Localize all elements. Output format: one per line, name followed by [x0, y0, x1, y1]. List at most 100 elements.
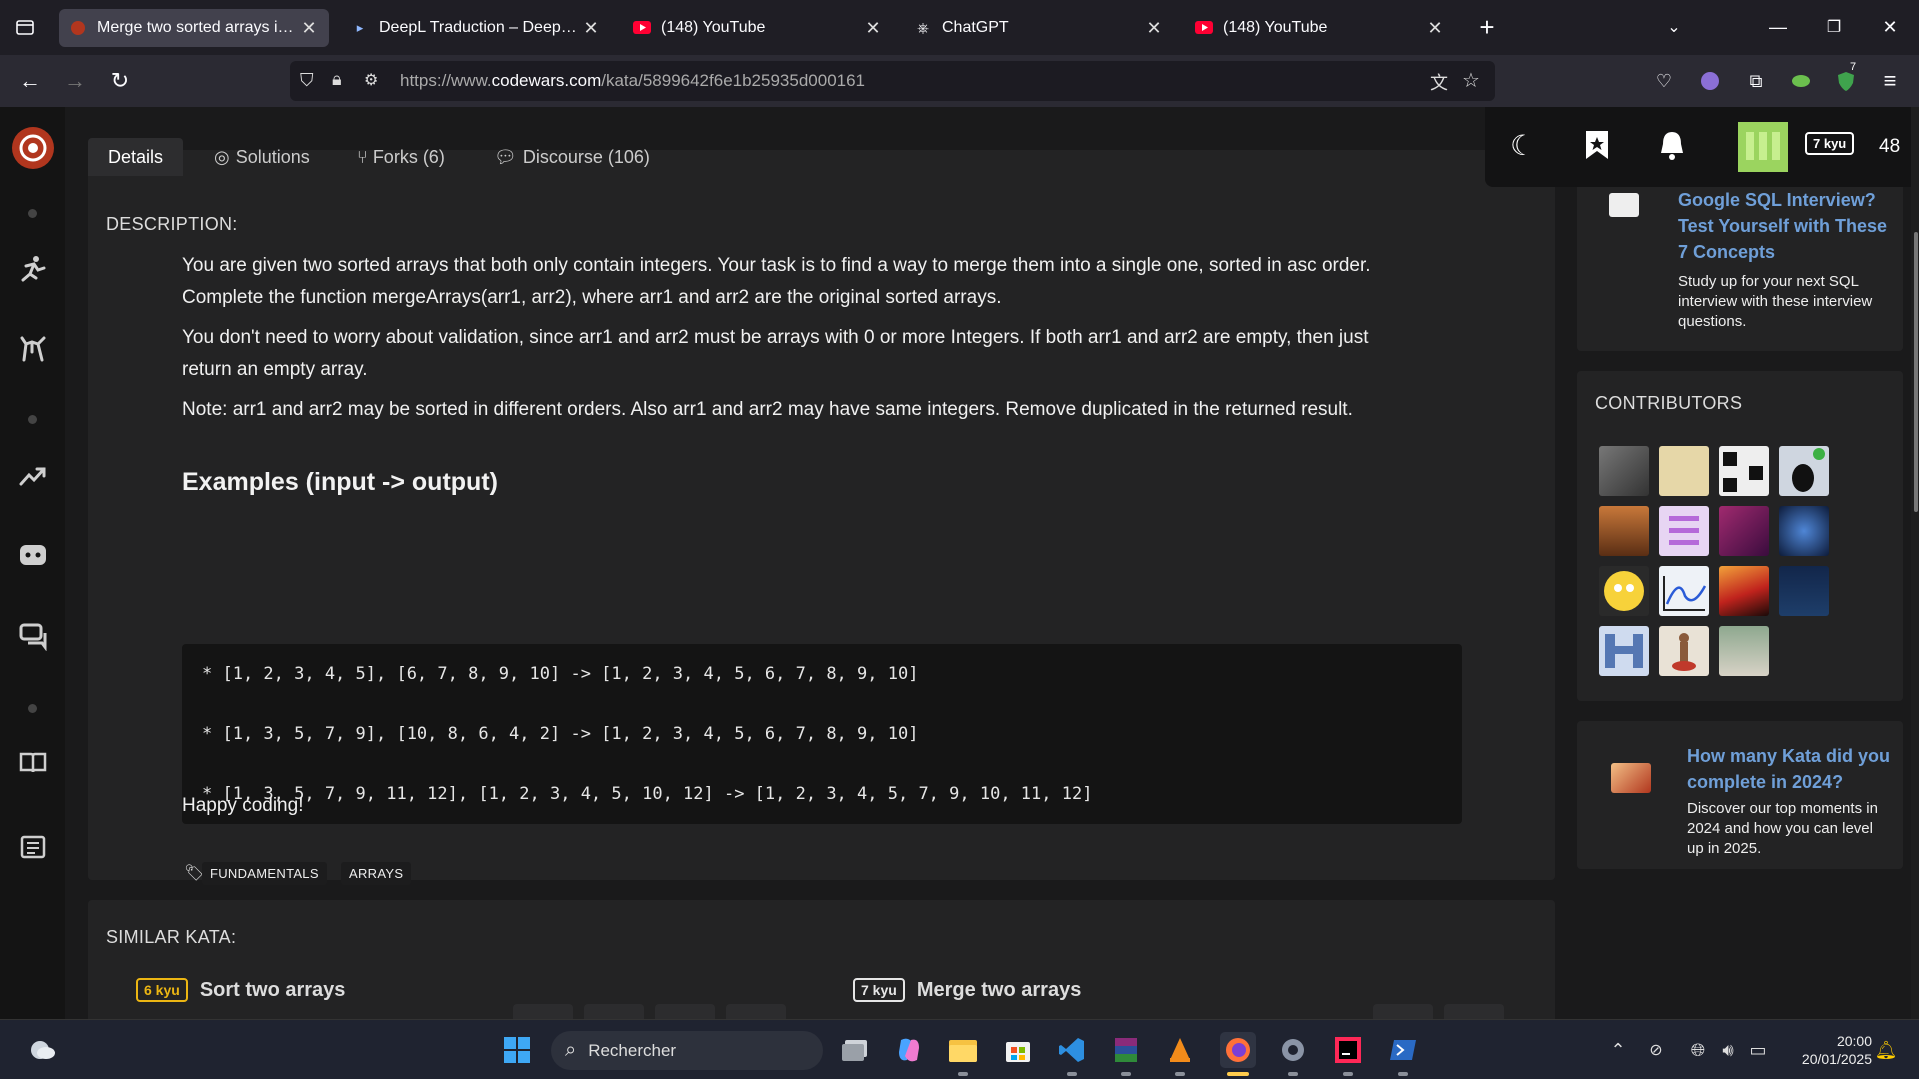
- contributor-avatar[interactable]: [1719, 506, 1769, 556]
- page-scrollbar-thumb[interactable]: [1914, 232, 1918, 512]
- extensions-puzzle-icon[interactable]: ⧉: [1740, 65, 1772, 97]
- avatar[interactable]: [1738, 122, 1788, 172]
- bookmark-star-icon[interactable]: ☆: [1462, 68, 1480, 93]
- tab-youtube-1[interactable]: (148) YouTube ✕: [623, 9, 893, 47]
- taskbar-search-input[interactable]: ⌕ Rechercher: [551, 1031, 823, 1070]
- microsoft-store-icon[interactable]: [1000, 1032, 1036, 1068]
- rank-badge[interactable]: 7 kyu: [1805, 132, 1855, 155]
- practice-icon[interactable]: [16, 332, 50, 366]
- tag-arrays[interactable]: ARRAYS: [341, 862, 412, 885]
- similar-kata-item[interactable]: 6 kyu Sort two arrays: [136, 978, 345, 1002]
- tab-codewars[interactable]: Merge two sorted arrays into o ✕: [59, 9, 329, 47]
- contributor-avatar[interactable]: [1779, 506, 1829, 556]
- tab-details[interactable]: Details: [88, 138, 184, 176]
- tab-forks[interactable]: ⑂ Forks (6): [357, 138, 445, 176]
- tab-chatgpt[interactable]: ⎈ ChatGPT ✕: [904, 9, 1174, 47]
- widgets-weather-icon[interactable]: [24, 1032, 60, 1068]
- description-text: You are given two sorted arrays that bot…: [182, 255, 1371, 276]
- contributor-avatar[interactable]: [1719, 566, 1769, 616]
- leaderboard-trend-icon[interactable]: [16, 459, 50, 493]
- similar-stat-chip: [655, 1004, 715, 1019]
- codewars-logo-icon[interactable]: [10, 125, 56, 171]
- tab-overflow-chevron-icon[interactable]: ⌄: [1658, 11, 1690, 43]
- url-bar[interactable]: ⛉ 🔒︎ ⚙ https://www.codewars.com/kata/589…: [290, 61, 1495, 101]
- translate-icon[interactable]: 文: [1430, 69, 1448, 95]
- discord-icon[interactable]: [16, 539, 50, 573]
- url-text[interactable]: https://www.codewars.com/kata/5899642f6e…: [400, 71, 865, 91]
- rail-divider-dot: [28, 704, 37, 713]
- tab-deepl[interactable]: ▸ DeepL Traduction – DeepL Tran ✕: [341, 9, 611, 47]
- contributor-avatar[interactable]: [1779, 446, 1829, 496]
- year-review-card[interactable]: How many Kata did you complete in 2024? …: [1577, 721, 1903, 869]
- new-tab-button[interactable]: +: [1471, 11, 1503, 43]
- extension-avatar-icon[interactable]: [1694, 65, 1726, 97]
- adblock-shield-icon[interactable]: 7: [1830, 61, 1862, 97]
- restore-button[interactable]: ❐: [1818, 11, 1850, 43]
- permissions-icon[interactable]: ⚙: [364, 70, 378, 90]
- similar-kata-title: Merge two arrays: [916, 978, 1082, 1001]
- description-text: You don't need to worry about validation…: [182, 327, 1369, 348]
- close-icon[interactable]: ✕: [581, 18, 601, 39]
- back-arrow-icon[interactable]: ←: [14, 65, 46, 97]
- bookmark-icon[interactable]: [1584, 129, 1610, 166]
- search-placeholder: Rechercher: [588, 1040, 677, 1060]
- description-text: Complete the function mergeArrays(arr1, …: [182, 287, 1002, 308]
- minimize-button[interactable]: —: [1762, 11, 1794, 43]
- contributor-avatar[interactable]: [1599, 446, 1649, 496]
- docs-book-icon[interactable]: [16, 746, 50, 780]
- contributor-avatar[interactable]: [1779, 566, 1829, 616]
- task-view-icon[interactable]: [837, 1032, 873, 1068]
- similar-kata-item[interactable]: 7 kyu Merge two arrays: [853, 978, 1081, 1002]
- tag-fundamentals[interactable]: FUNDAMENTALS: [202, 862, 327, 885]
- contributor-avatar[interactable]: [1719, 626, 1769, 676]
- reload-icon[interactable]: ↻: [104, 65, 136, 97]
- contributor-avatar[interactable]: [1599, 566, 1649, 616]
- vlc-icon[interactable]: [1162, 1032, 1198, 1068]
- firefox-icon[interactable]: [1220, 1032, 1256, 1068]
- training-icon[interactable]: [16, 252, 50, 286]
- similar-kata-title: Sort two arrays: [199, 978, 346, 1001]
- winrar-icon[interactable]: [1108, 1032, 1144, 1068]
- discussions-icon[interactable]: [16, 619, 50, 653]
- close-icon[interactable]: ✕: [1425, 18, 1445, 39]
- file-explorer-icon[interactable]: [945, 1032, 981, 1068]
- tab-solutions[interactable]: ◎ Solutions: [214, 138, 310, 176]
- tab-list-icon[interactable]: [9, 11, 41, 43]
- battery-icon[interactable]: ▭: [1740, 1032, 1776, 1068]
- extension-leaf-icon[interactable]: [1785, 65, 1817, 97]
- powershell-icon[interactable]: [1385, 1032, 1421, 1068]
- contributor-avatar[interactable]: [1599, 626, 1649, 676]
- start-windows-icon[interactable]: [499, 1032, 535, 1068]
- blog-news-icon[interactable]: [16, 830, 50, 864]
- settings-gear-icon[interactable]: [1275, 1032, 1311, 1068]
- close-icon[interactable]: ✕: [299, 18, 319, 39]
- windows-taskbar: ⌕ Rechercher ⌃ ⊘ 🌐︎ 🔊︎ ▭ 20:00 20/01/202…: [0, 1019, 1919, 1079]
- dark-mode-moon-icon[interactable]: ☾: [1510, 129, 1535, 162]
- notification-bell-icon[interactable]: 🔔︎: [1868, 1032, 1904, 1068]
- pocket-icon[interactable]: ♡: [1648, 65, 1680, 97]
- contributor-avatar[interactable]: [1659, 566, 1709, 616]
- vscode-icon[interactable]: [1054, 1032, 1090, 1068]
- year-review-title[interactable]: How many Kata did you complete in 2024?: [1687, 743, 1892, 795]
- close-window-button[interactable]: ✕: [1874, 11, 1906, 43]
- sponsored-title[interactable]: Google SQL Interview? Test Yourself with…: [1678, 187, 1893, 265]
- copilot-icon[interactable]: [891, 1032, 927, 1068]
- clock[interactable]: 20:00 20/01/2025: [1786, 1032, 1872, 1068]
- lock-icon[interactable]: 🔒︎: [332, 69, 342, 90]
- network-offline-icon[interactable]: ⊘: [1638, 1032, 1674, 1068]
- tab-discourse[interactable]: 💬︎ Discourse (106): [494, 138, 650, 176]
- show-hidden-icons-chevron-icon[interactable]: ⌃: [1600, 1032, 1636, 1068]
- contributor-avatar[interactable]: [1659, 446, 1709, 496]
- forward-arrow-icon[interactable]: →: [59, 65, 91, 97]
- close-icon[interactable]: ✕: [863, 18, 883, 39]
- shield-icon[interactable]: ⛉: [300, 70, 314, 91]
- contributor-avatar[interactable]: [1659, 626, 1709, 676]
- contributor-avatar[interactable]: [1659, 506, 1709, 556]
- menu-hamburger-icon[interactable]: ≡: [1874, 65, 1906, 97]
- notifications-bell-icon[interactable]: [1658, 129, 1686, 166]
- contributor-avatar[interactable]: [1719, 446, 1769, 496]
- contributor-avatar[interactable]: [1599, 506, 1649, 556]
- intellij-icon[interactable]: [1330, 1032, 1366, 1068]
- tab-youtube-2[interactable]: (148) YouTube ✕: [1185, 9, 1455, 47]
- close-icon[interactable]: ✕: [1144, 18, 1164, 39]
